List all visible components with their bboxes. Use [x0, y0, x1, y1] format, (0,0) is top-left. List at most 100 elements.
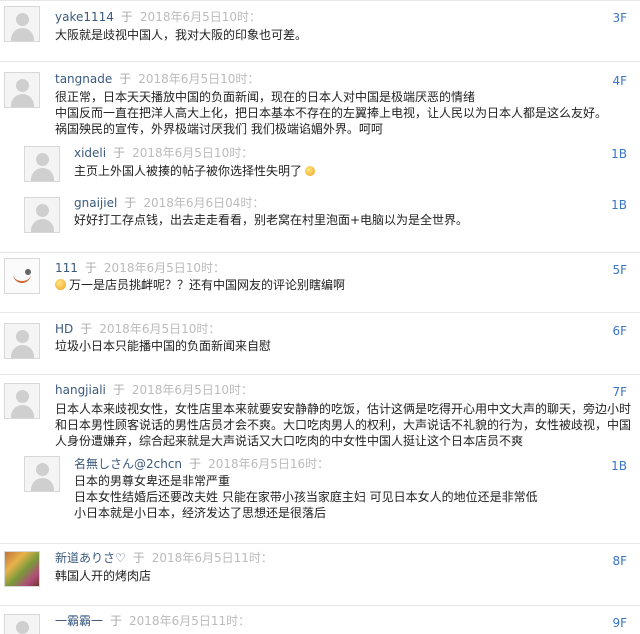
comment-meta: hangjiali 于 2018年6月5日10时：	[55, 383, 253, 397]
default-avatar-icon	[16, 390, 29, 403]
comment-time: 2018年6月5日10时：	[139, 10, 262, 24]
default-avatar-icon	[36, 463, 49, 476]
username-link[interactable]: 111	[55, 261, 78, 275]
floor-number[interactable]: 1B	[611, 147, 627, 161]
comment-meta: 名無しさん@2chcn 于 2018年6月5日16时：	[74, 457, 329, 471]
default-avatar-icon	[16, 621, 29, 634]
comment-meta: tangnade 于 2018年6月5日10时：	[55, 72, 259, 86]
comment-time: 2018年6月6日04时：	[143, 196, 265, 210]
comment-item: tangnade 于 2018年6月5日10时： 4F 很正常，日本天天播放中国的负…	[0, 61, 640, 142]
comment-line: 垃圾小日本只能播中国的负面新闻来自慰	[55, 339, 272, 353]
at-label: 于	[124, 196, 137, 210]
avatar[interactable]	[4, 323, 40, 359]
comment-item: 111 于 2018年6月5日10时： 5F 万一是店员挑衅呢？？还有中国网友的评论…	[0, 252, 640, 313]
avatar[interactable]	[4, 72, 40, 108]
comment-meta: HD 于 2018年6月5日10时：	[55, 322, 220, 336]
sketch-avatar-icon	[5, 259, 39, 293]
username-link[interactable]: hangjiali	[55, 383, 106, 397]
avatar[interactable]	[4, 258, 40, 294]
comment-text: 韩国人开的烤肉店	[55, 568, 630, 584]
comment-line: 很正常，日本天天播放中国的负面新闻，现在的日本人对中国是极端厌恶的情绪	[55, 90, 476, 104]
smile-emoji-icon	[305, 166, 316, 176]
comment-line: 日本的男尊女卑还是非常严重	[74, 474, 231, 488]
username-link[interactable]: yake1114	[55, 10, 114, 24]
avatar[interactable]	[24, 456, 60, 492]
floor-number[interactable]: 9F	[612, 616, 627, 630]
floor-number[interactable]: 1B	[611, 198, 627, 212]
username-link[interactable]: tangnade	[55, 72, 112, 86]
comment-line: 韩国人开的烤肉店	[55, 569, 152, 583]
photo-avatar-icon	[5, 552, 39, 586]
comment-meta: xideli 于 2018年6月5日10时：	[74, 146, 253, 160]
username-link[interactable]: 一霸霸一	[55, 614, 103, 628]
comment-thread: yake1114 于 2018年6月5日10时： 3F 大阪就是歧视中国人，我对大阪…	[0, 0, 640, 634]
username-link[interactable]: HD	[55, 322, 73, 336]
avatar[interactable]	[4, 551, 40, 587]
comment-text: 日本的男尊女卑还是非常严重 日本女性结婚后还要改夫姓 只能在家带小孩当家庭主妇 …	[74, 473, 630, 521]
default-avatar-icon	[36, 204, 49, 217]
comment-line: 祸国殃民的宣传，外界极端讨厌我们 我们极端谄媚外界。呵呵	[55, 122, 383, 136]
comment-meta: yake1114 于 2018年6月5日10时：	[55, 10, 261, 24]
comment-text: 万一是店员挑衅呢？？还有中国网友的评论别瞎编啊	[55, 277, 630, 293]
floor-number[interactable]: 1B	[611, 459, 627, 473]
comment-text: 大阪就是歧视中国人，我对大阪的印象也可差。	[55, 27, 630, 43]
comment-line-text: 万一是店员挑衅呢？？还有中国网友的评论别瞎编啊	[69, 278, 346, 292]
floor-number[interactable]: 4F	[612, 74, 627, 88]
comment-meta: gnaijiel 于 2018年6月6日04时：	[74, 196, 264, 210]
reply-item: xideli 于 2018年6月5日10时： 1B 主页上外国人被揍的帖子被你选择性…	[0, 141, 640, 192]
comment-text: 很正常，日本天天播放中国的负面新闻，现在的日本人对中国是极端厌恶的情绪 中国反而…	[55, 89, 630, 137]
comment-item: yake1114 于 2018年6月5日10时： 3F 大阪就是歧视中国人，我对大阪…	[0, 0, 640, 62]
comment-meta: 111 于 2018年6月5日10时：	[55, 261, 225, 275]
floor-number[interactable]: 3F	[612, 11, 627, 25]
comment-line: 日本人本来歧视女性，女性店里本来就要安安静静的吃饭，估计这俩是吃得开心用中文大声…	[55, 402, 632, 416]
default-avatar-icon	[16, 13, 29, 26]
comment-item: hangjiali 于 2018年6月5日10时： 7F 日本人本来歧视女性，女性店…	[0, 374, 640, 451]
comment-text: 垃圾小日本只能播中国的负面新闻来自慰	[55, 338, 630, 354]
username-link[interactable]: 新道ありさ♡	[55, 551, 126, 565]
comment-time: 2018年6月5日10时：	[131, 383, 253, 397]
comment-time: 2018年6月5日11时：	[151, 551, 273, 565]
at-label: 于	[84, 261, 97, 275]
comment-time: 2018年6月5日10时：	[138, 72, 260, 86]
default-avatar-icon	[36, 153, 49, 166]
at-label: 于	[112, 383, 125, 397]
comment-meta: 一霸霸一于 2018年6月5日11时：	[55, 614, 250, 628]
floor-number[interactable]: 6F	[612, 324, 627, 338]
at-label: 于	[80, 322, 93, 336]
username-link[interactable]: gnaijiel	[74, 196, 117, 210]
comment-line: 中国反而一直在把洋人高大上化，把日本基本不存在的左翼捧上电视，让人民以为日本人都…	[55, 106, 608, 120]
comment-line: 小日本就是小日本，经济发达了思想还是很落后	[74, 506, 327, 520]
comment-time: 2018年6月5日10时：	[103, 261, 226, 275]
comment-line: 大阪就是歧视中国人，我对大阪的印象也可差。	[55, 28, 308, 42]
username-link[interactable]: xideli	[74, 146, 106, 160]
comment-line: 人身份遭嫌弃，综合起来就是大声说话又大口吃肉的中女性中国人挺让这个日本店员不爽	[55, 434, 524, 448]
at-label: 于	[110, 614, 123, 628]
at-label: 于	[120, 10, 133, 24]
username-link[interactable]: 名無しさん@2chcn	[74, 457, 182, 471]
avatar[interactable]	[4, 614, 40, 634]
comment-line-text: 主页上外国人被揍的帖子被你选择性失明了	[74, 164, 303, 178]
at-label: 于	[189, 457, 202, 471]
at-label: 于	[113, 146, 126, 160]
floor-number[interactable]: 7F	[612, 385, 627, 399]
comment-line: 万一是店员挑衅呢？？还有中国网友的评论别瞎编啊	[55, 277, 630, 293]
comment-time: 2018年6月5日16时：	[208, 457, 330, 471]
comment-time: 2018年6月5日10时：	[132, 146, 254, 160]
comment-item: HD 于 2018年6月5日10时： 6F 垃圾小日本只能播中国的负面新闻来自慰	[0, 312, 640, 375]
comment-time: 2018年6月5日10时：	[99, 322, 221, 336]
avatar[interactable]	[4, 383, 40, 419]
comment-item: 一霸霸一于 2018年6月5日11时： 9F	[0, 605, 640, 634]
comment-line: 日本女性结婚后还要改夫姓 只能在家带小孩当家庭主妇 可见日本女人的地位还是非常低	[74, 490, 538, 504]
reply-item: 名無しさん@2chcn 于 2018年6月5日16时： 1B 日本的男尊女卑还是非常…	[0, 450, 640, 535]
comment-line: 好好打工存点钱，出去走走看看，别老窝在村里泡面+电脑以为是全世界。	[74, 213, 469, 227]
avatar[interactable]	[24, 146, 60, 182]
comment-line: 主页上外国人被揍的帖子被你选择性失明了	[74, 163, 630, 179]
default-avatar-icon	[16, 330, 29, 343]
avatar[interactable]	[4, 6, 40, 42]
avatar[interactable]	[24, 197, 60, 233]
comment-time: 2018年6月5日11时：	[129, 614, 251, 628]
floor-number[interactable]: 5F	[612, 263, 627, 277]
floor-number[interactable]: 8F	[612, 554, 627, 568]
reply-item: gnaijiel 于 2018年6月6日04时： 1B 好好打工存点钱，出去走走看看…	[0, 192, 640, 244]
smile-emoji-icon	[55, 279, 66, 290]
